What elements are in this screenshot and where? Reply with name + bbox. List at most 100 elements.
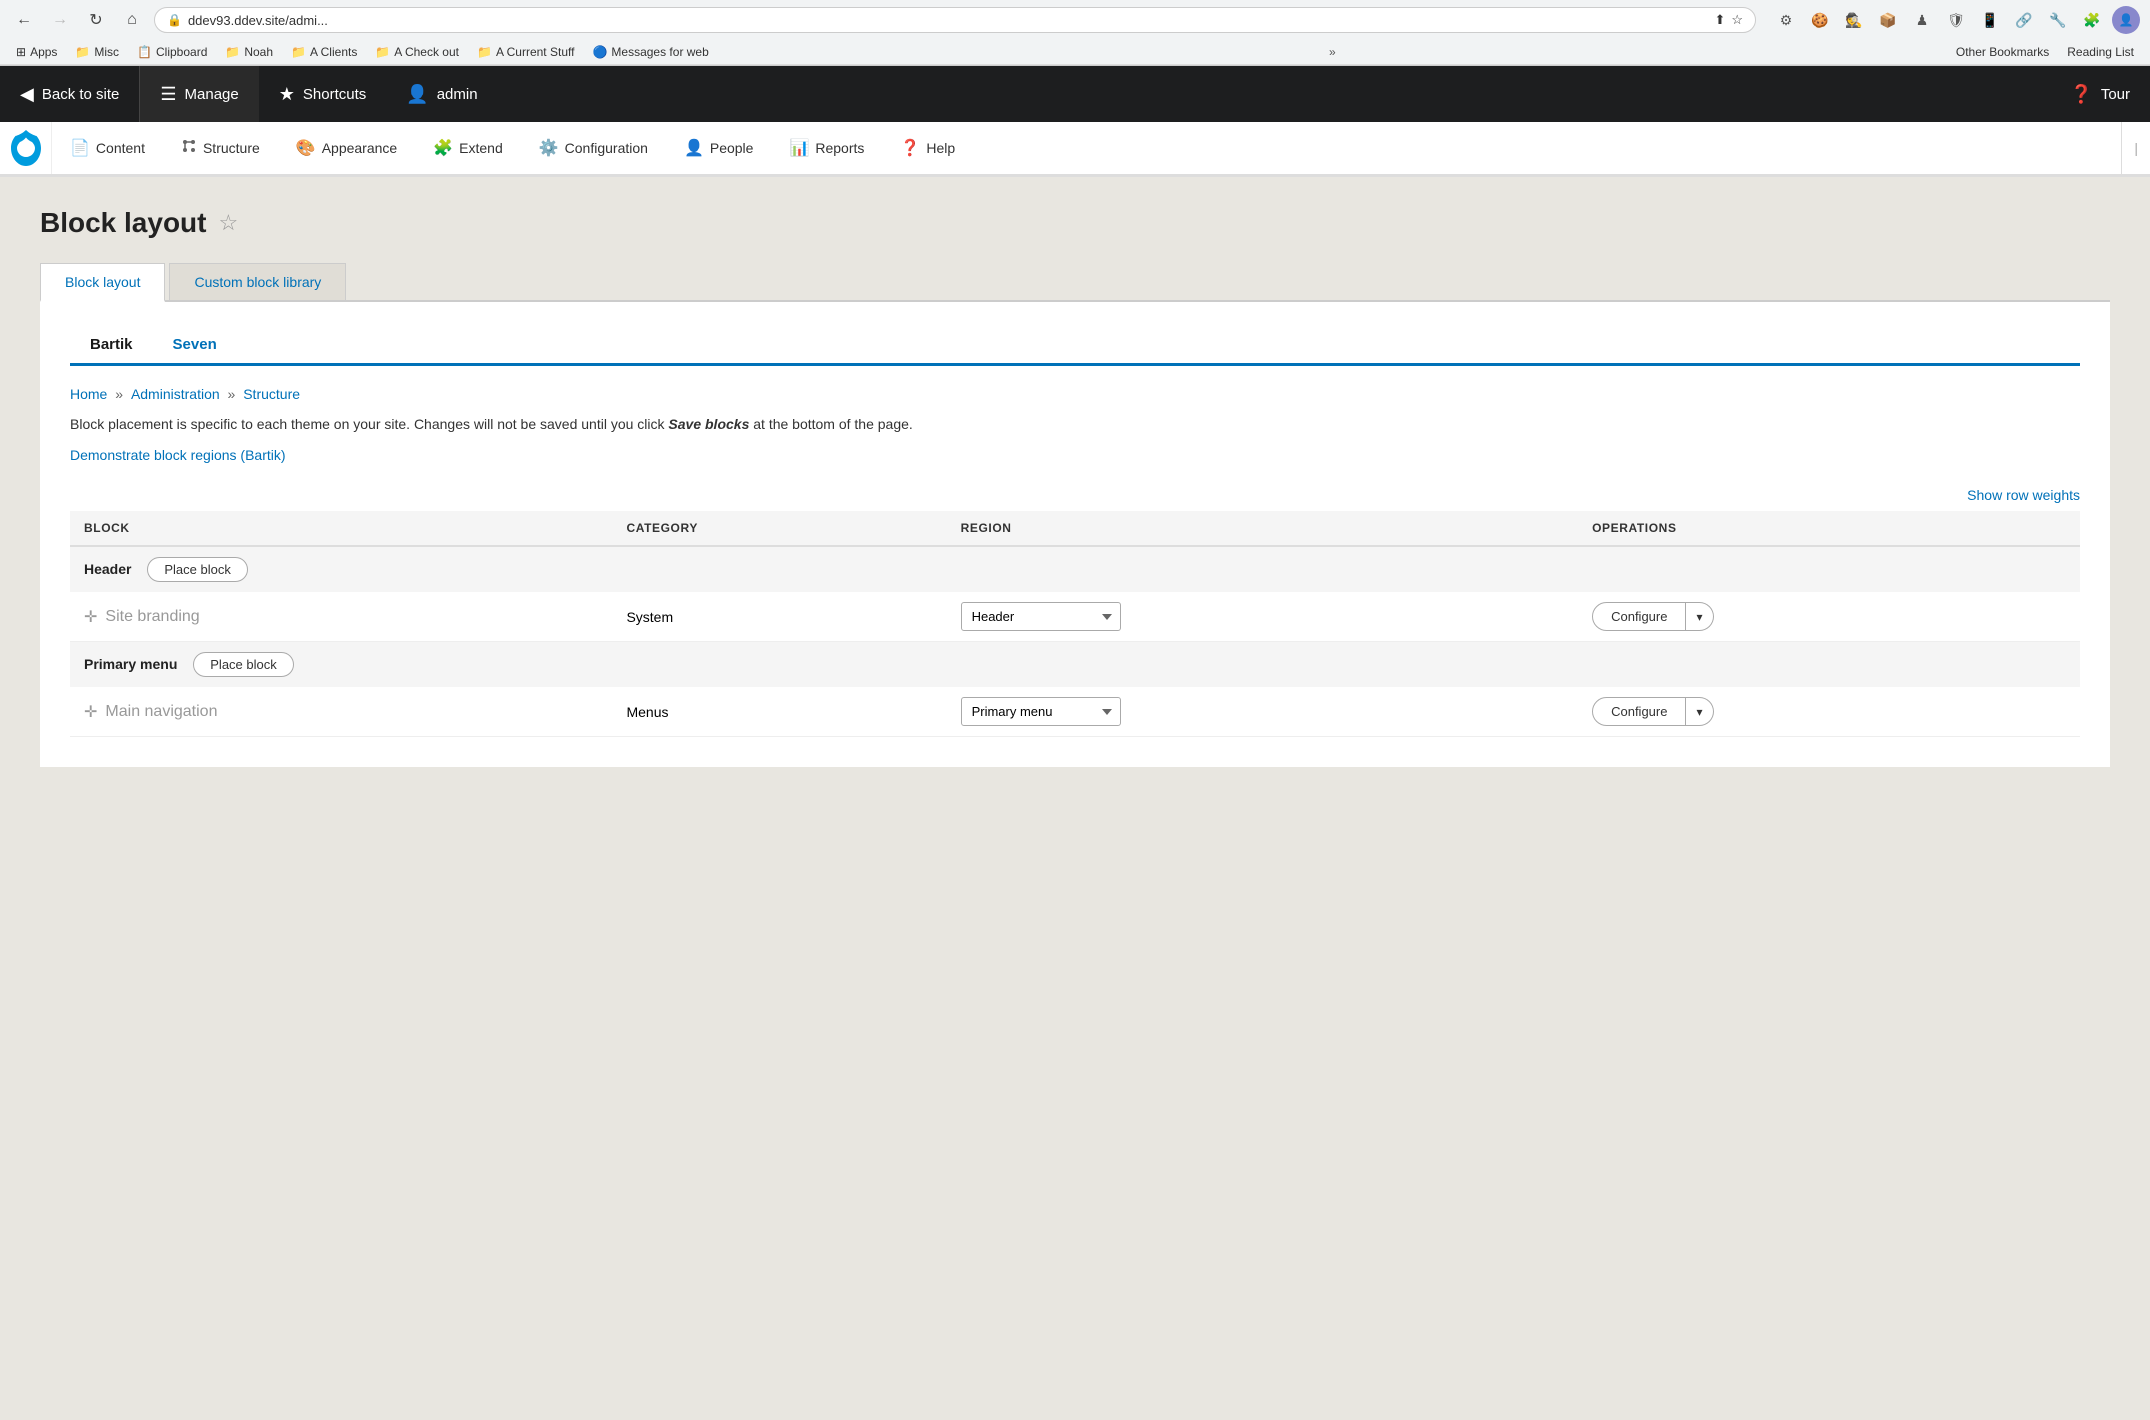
address-bar[interactable]: 🔒 ddev93.ddev.site/admi... ⬆ ☆ xyxy=(154,7,1756,33)
tour-link[interactable]: ❓ Tour xyxy=(2050,66,2150,122)
ext-icon-9[interactable]: 🔧 xyxy=(2044,6,2072,34)
tab-seven[interactable]: Seven xyxy=(153,326,237,363)
home-button[interactable]: ⌂ xyxy=(118,6,146,34)
cell-main-navigation-region: Header Primary menu Secondary menu Featu… xyxy=(947,687,1579,737)
profile-icon[interactable]: 👤 xyxy=(2112,6,2140,34)
share-icon: ⬆ xyxy=(1714,12,1725,28)
back-button[interactable]: ← xyxy=(10,6,38,34)
bookmark-clipboard[interactable]: 📋 Clipboard xyxy=(129,43,215,61)
favorite-star-icon[interactable]: ☆ xyxy=(218,210,238,236)
breadcrumb: Home » Administration » Structure xyxy=(70,386,2080,402)
ext-icon-1[interactable]: ⚙ xyxy=(1772,6,1800,34)
place-block-button-primary-menu[interactable]: Place block xyxy=(193,652,293,677)
table-body: Header Place block ✛ Site branding Syste… xyxy=(70,546,2080,737)
help-label: Help xyxy=(926,140,955,156)
messages-icon: 🔵 xyxy=(592,45,607,59)
tab-custom-block-library[interactable]: Custom block library xyxy=(169,263,346,300)
menu-extend[interactable]: 🧩 Extend xyxy=(415,122,521,174)
back-to-site-link[interactable]: ◀ Back to site xyxy=(0,66,140,122)
ext-icon-8[interactable]: 🔗 xyxy=(2010,6,2038,34)
bookmark-messages[interactable]: 🔵 Messages for web xyxy=(584,43,716,61)
info-text-after: at the bottom of the page. xyxy=(753,416,913,432)
content-label: Content xyxy=(96,140,145,156)
table-row-site-branding: ✛ Site branding System Header Primary me… xyxy=(70,592,2080,642)
tab-bartik[interactable]: Bartik xyxy=(70,326,153,366)
bookmark-apps-label: Apps xyxy=(30,45,57,59)
drupal-logo[interactable] xyxy=(0,122,52,174)
configure-button-main-navigation[interactable]: Configure xyxy=(1592,697,1686,726)
page-content: Block layout ☆ Block layout Custom block… xyxy=(0,177,2150,807)
menu-configuration[interactable]: ⚙️ Configuration xyxy=(521,122,666,174)
structure-label: Structure xyxy=(203,140,260,156)
region-select-main-navigation[interactable]: Header Primary menu Secondary menu Featu… xyxy=(961,697,1121,726)
menu-help[interactable]: ❓ Help xyxy=(882,122,973,174)
bookmark-misc[interactable]: 📁 Misc xyxy=(67,43,127,61)
reload-button[interactable]: ↻ xyxy=(82,6,110,34)
a-check-out-icon: 📁 xyxy=(375,45,390,59)
cell-site-branding-ops: Configure ▾ xyxy=(1578,592,2080,642)
browser-extension-icons: ⚙ 🍪 🕵 📦 ♟ 🛡 📱 🔗 🔧 🧩 👤 xyxy=(1772,6,2140,34)
bookmark-a-current-stuff[interactable]: 📁 A Current Stuff xyxy=(469,43,582,61)
tab-block-layout[interactable]: Block layout xyxy=(40,263,165,302)
bookmark-reading-list[interactable]: Reading List xyxy=(2059,43,2142,61)
place-block-button-header[interactable]: Place block xyxy=(147,557,247,582)
star-toolbar-icon: ★ xyxy=(279,84,295,105)
appearance-label: Appearance xyxy=(322,140,398,156)
ext-icon-10[interactable]: 🧩 xyxy=(2078,6,2106,34)
breadcrumb-administration[interactable]: Administration xyxy=(131,386,220,402)
bookmarks-overflow[interactable]: » xyxy=(1321,43,1344,61)
menu-content[interactable]: 📄 Content xyxy=(52,122,163,174)
lock-icon: 🔒 xyxy=(167,13,182,27)
user-icon: 👤 xyxy=(406,84,428,105)
demo-block-regions-link[interactable]: Demonstrate block regions (Bartik) xyxy=(70,447,286,463)
cell-main-navigation-block: ✛ Main navigation xyxy=(70,687,612,737)
bookmark-noah[interactable]: 📁 Noah xyxy=(217,43,281,61)
menu-reports[interactable]: 📊 Reports xyxy=(771,122,882,174)
ext-icon-4[interactable]: 📦 xyxy=(1874,6,1902,34)
main-navigation-label: Main navigation xyxy=(105,703,217,721)
section-header-label: Header xyxy=(84,561,131,577)
bookmark-a-clients[interactable]: 📁 A Clients xyxy=(283,43,365,61)
menu-people[interactable]: 👤 People xyxy=(666,122,772,174)
menu-structure[interactable]: Structure xyxy=(163,122,278,174)
ext-icon-7[interactable]: 📱 xyxy=(1976,6,2004,34)
section-primary-menu-cell: Primary menu Place block xyxy=(70,642,2080,688)
configure-dropdown-site-branding[interactable]: ▾ xyxy=(1686,602,1713,631)
configure-button-site-branding[interactable]: Configure xyxy=(1592,602,1686,631)
shortcuts-link[interactable]: ★ Shortcuts xyxy=(259,66,387,122)
extend-label: Extend xyxy=(459,140,503,156)
breadcrumb-structure[interactable]: Structure xyxy=(243,386,300,402)
bookmark-apps[interactable]: ⊞ Apps xyxy=(8,43,65,61)
drag-handle-site-branding[interactable]: ✛ Site branding xyxy=(84,607,200,627)
hamburger-icon: ☰ xyxy=(160,84,176,105)
ext-icon-3[interactable]: 🕵 xyxy=(1840,6,1868,34)
bookmark-other[interactable]: Other Bookmarks xyxy=(1948,43,2057,61)
ext-icon-6[interactable]: 🛡 xyxy=(1942,6,1970,34)
ext-icon-2[interactable]: 🍪 xyxy=(1806,6,1834,34)
noah-icon: 📁 xyxy=(225,45,240,59)
toolbar-spacer xyxy=(498,66,2051,122)
tour-label: Tour xyxy=(2101,86,2130,103)
breadcrumb-sep-1: » xyxy=(115,386,127,402)
reports-label: Reports xyxy=(815,140,864,156)
breadcrumb-home[interactable]: Home xyxy=(70,386,107,402)
cell-site-branding-region: Header Primary menu Secondary menu Featu… xyxy=(947,592,1579,642)
forward-button[interactable]: → xyxy=(46,6,74,34)
show-row-weights-link[interactable]: Show row weights xyxy=(1967,487,2080,503)
manage-link[interactable]: ☰ Manage xyxy=(140,66,258,122)
col-category: CATEGORY xyxy=(612,511,946,546)
region-select-site-branding[interactable]: Header Primary menu Secondary menu Featu… xyxy=(961,602,1121,631)
configure-btn-group-main-navigation: Configure ▾ xyxy=(1592,697,1713,726)
table-header: BLOCK CATEGORY REGION OPERATIONS xyxy=(70,511,2080,546)
misc-icon: 📁 xyxy=(75,45,90,59)
table-header-row: BLOCK CATEGORY REGION OPERATIONS xyxy=(70,511,2080,546)
admin-user-link[interactable]: 👤 admin xyxy=(386,66,497,122)
drag-handle-main-navigation[interactable]: ✛ Main navigation xyxy=(84,702,217,722)
bookmark-a-check-out[interactable]: 📁 A Check out xyxy=(367,43,467,61)
shortcuts-label: Shortcuts xyxy=(303,86,366,103)
configure-dropdown-main-navigation[interactable]: ▾ xyxy=(1686,697,1713,726)
col-region: REGION xyxy=(947,511,1579,546)
ext-icon-5[interactable]: ♟ xyxy=(1908,6,1936,34)
menu-appearance[interactable]: 🎨 Appearance xyxy=(278,122,415,174)
primary-tabs: Block layout Custom block library xyxy=(40,263,2110,302)
